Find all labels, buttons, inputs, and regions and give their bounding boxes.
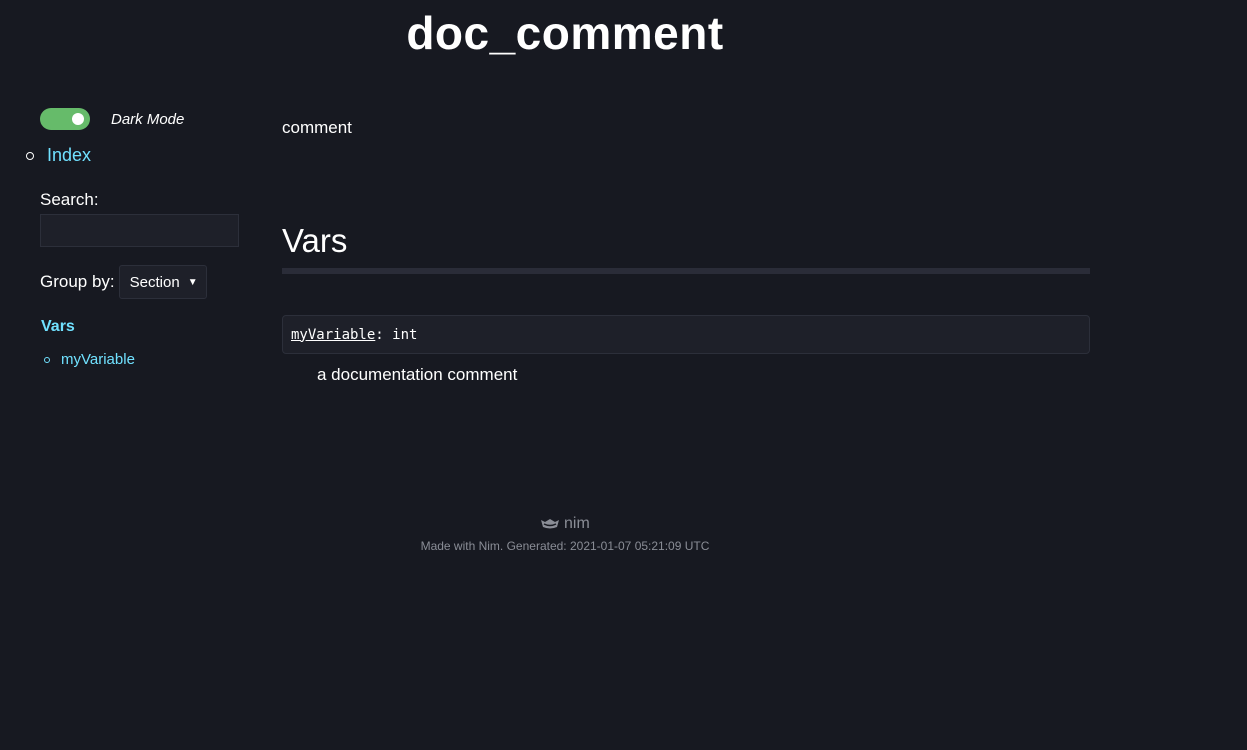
nim-logo: nim [540, 515, 590, 533]
toc-item: myVariable [44, 351, 135, 368]
bullet-icon [26, 151, 34, 160]
dark-mode-toggle[interactable] [40, 108, 90, 130]
declaration-description: a documentation comment [317, 365, 518, 384]
search-label: Search: [40, 190, 99, 209]
doc-page: doc_comment Dark Mode Index Search: Grou… [0, 0, 1247, 750]
group-by-row: Group by: Section ▼ [40, 265, 207, 299]
dark-mode-label: Dark Mode [111, 110, 185, 128]
search-input[interactable] [40, 214, 239, 247]
section-heading: Vars [282, 222, 348, 259]
group-by-label: Group by: [40, 272, 115, 291]
nim-crown-icon [541, 519, 559, 529]
nim-logo-text: nim [564, 515, 590, 532]
toc-section-vars[interactable]: Vars [41, 318, 75, 336]
toc-item-myvariable[interactable]: myVariable [61, 351, 135, 368]
theme-switch-row: Dark Mode [40, 108, 184, 130]
group-by-value: Section [129, 273, 180, 291]
module-description: comment [282, 118, 352, 137]
group-by-select[interactable]: Section ▼ [118, 265, 207, 299]
index-link[interactable]: Index [47, 145, 91, 166]
bullet-icon [44, 356, 50, 363]
toggle-knob [72, 113, 84, 125]
declaration-box: myVariable: int [282, 315, 1090, 354]
index-nav-item: Index [26, 145, 91, 166]
footer-generated-text: Made with Nim. Generated: 2021-01-07 05:… [420, 539, 710, 553]
page-title: doc_comment [406, 7, 724, 59]
declaration-type: : int [375, 326, 418, 343]
section-divider [282, 268, 1090, 274]
chevron-down-icon: ▼ [187, 276, 198, 288]
declaration-name-link[interactable]: myVariable [291, 327, 375, 343]
